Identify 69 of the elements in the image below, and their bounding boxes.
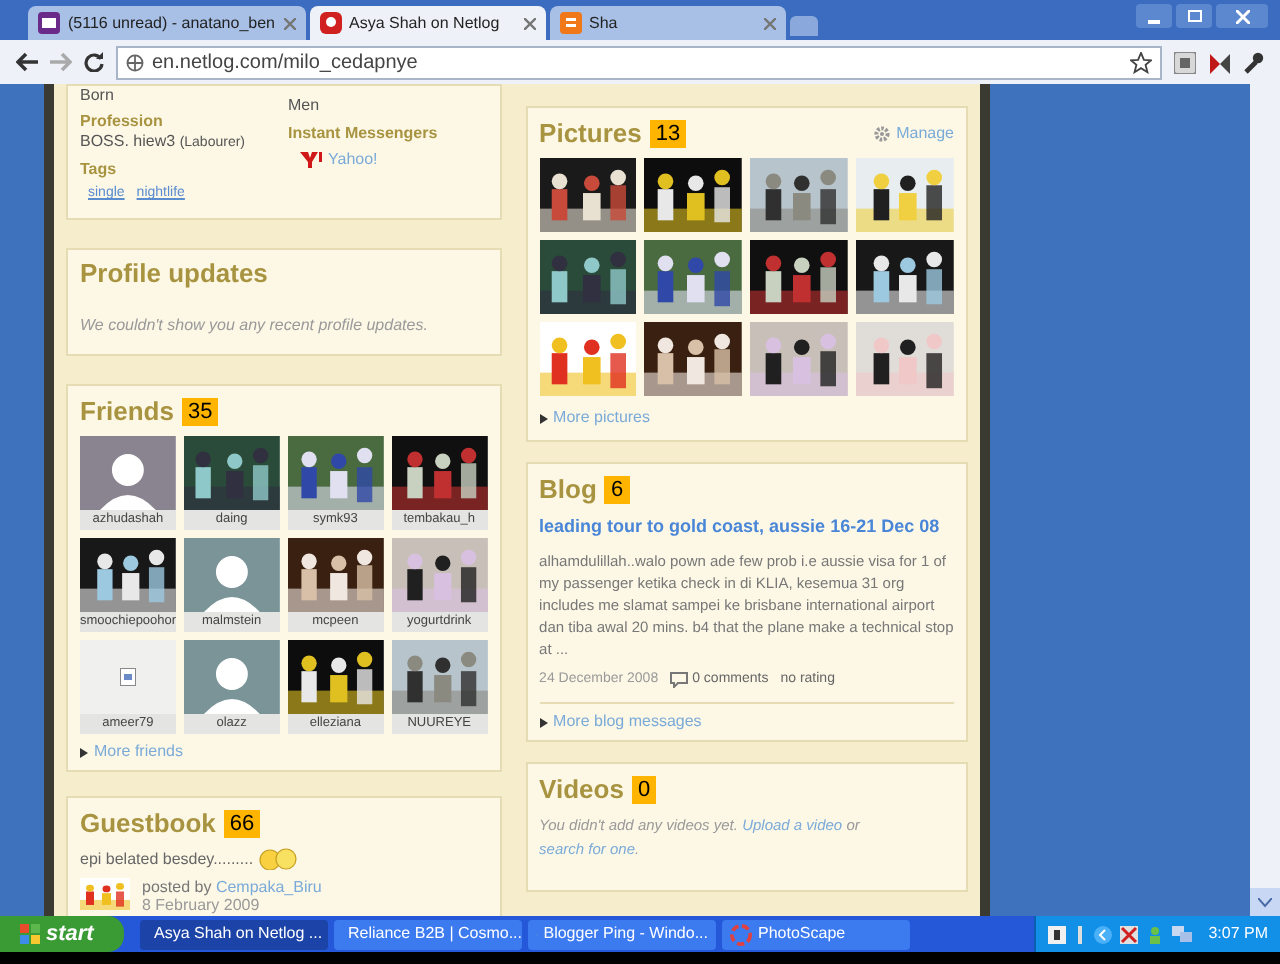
browser-tab[interactable]: Asya Shah on Netlog [309,6,545,40]
new-tab-button[interactable] [789,16,817,36]
posted-by: posted by Cempaka_Biru [142,878,322,896]
section-title: Blog [539,474,597,506]
reload-icon[interactable] [84,52,104,72]
section-title: Pictures [539,118,642,150]
broken-image-icon [119,668,136,686]
bullet-icon [80,747,88,757]
post-date: 8 February 2009 [142,896,262,914]
tab-label: Sha [589,11,620,35]
back-icon[interactable] [16,52,38,72]
section-title: Friends [80,396,174,428]
close-icon[interactable] [763,17,775,29]
comment-icon [670,671,689,688]
extension-icon[interactable] [1174,51,1196,73]
messenger-icon [300,152,322,168]
globe-icon [126,53,144,71]
minimize-button[interactable] [1136,4,1172,28]
address-bar[interactable]: en.netlog.com/milo_cedapnye [116,45,1162,79]
avatar-icon [80,436,176,510]
taskbar-button[interactable]: PhotoScape [722,919,910,949]
avatar-icon [183,538,280,612]
taskbar-button[interactable]: Asya Shah on Netlog ... [140,919,328,949]
close-icon[interactable] [523,17,535,29]
tab-label: (5116 unread) - anatano_ben [68,11,275,35]
extension-icon[interactable] [1208,51,1230,73]
count-badge: 66 [223,810,261,838]
field-value: Men [288,96,322,116]
close-icon [1235,9,1249,23]
bullet-icon [539,413,548,423]
start-button[interactable]: start [0,916,124,952]
maximize-button[interactable] [1176,4,1212,28]
section-title: Profile updates [80,258,268,290]
close-button[interactable] [1216,4,1268,28]
windows-logo-icon [20,924,40,944]
field-label: Tags [80,160,119,180]
photo-app-icon [730,923,752,945]
wrench-icon[interactable] [1242,51,1264,73]
blog-icon [559,12,581,34]
smiley-icon [257,848,298,870]
count-badge: 6 [604,476,630,504]
section-title: Videos [539,774,624,806]
count-badge: 0 [631,776,657,804]
mail-icon [38,12,60,34]
close-icon[interactable] [283,17,295,29]
field-label: Instant Messengers [288,124,438,144]
count-badge: 35 [181,398,219,426]
browser-tab[interactable]: Sha [549,6,785,40]
bullet-icon [539,717,548,727]
field-label: Profession [80,112,165,132]
person-icon [319,12,341,34]
field-label: Born [80,86,116,106]
forward-icon[interactable] [50,52,72,72]
section-title: Guestbook [80,808,216,840]
network-icon[interactable] [1172,925,1193,943]
gear-icon [874,126,891,142]
avatar-icon [183,640,280,714]
star-icon[interactable] [1130,51,1152,73]
tab-label: Asya Shah on Netlog [349,11,502,35]
clock: 3:07 PM [1208,922,1268,946]
browser-tab[interactable]: (5116 unread) - anatano_ben [28,6,305,40]
scrollbar[interactable] [1250,84,1280,916]
taskbar-button[interactable]: Reliance B2B | Cosmo... [334,919,522,949]
empty-message: We couldn't show you any recent profile updates. [80,316,428,334]
scroll-down-button[interactable] [1250,888,1280,916]
taskbar-button[interactable]: Blogger Ping - Windo... [528,919,716,949]
guestbook-message: epi belated besdey......... [80,849,254,869]
count-badge: 13 [649,120,687,148]
url-text: en.netlog.com/milo_cedapnye [152,49,418,77]
